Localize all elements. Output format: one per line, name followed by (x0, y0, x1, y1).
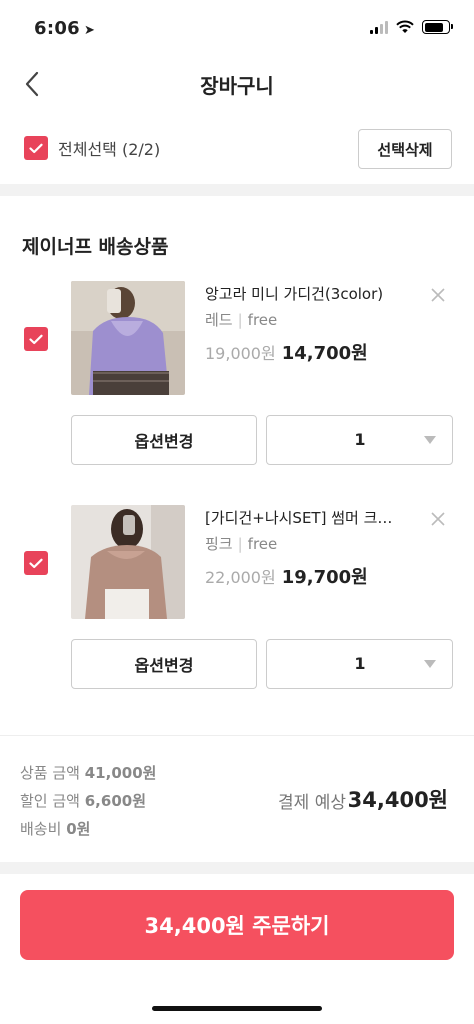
product-option: 레드 | free (205, 311, 278, 329)
discount-amount-line: 할인 금액 6,600원 (20, 792, 146, 810)
location-arrow-icon: ➤ (83, 23, 96, 38)
product-option: 핑크 | free (205, 535, 278, 553)
footer-divider (0, 862, 474, 874)
original-price: 22,000원 (205, 568, 276, 587)
page-title: 장바구니 (200, 74, 274, 98)
wifi-icon (396, 20, 414, 33)
original-price: 19,000원 (205, 344, 276, 363)
status-icons (370, 20, 453, 34)
cellular-signal-icon (370, 20, 388, 34)
cart-item: 앙고라 미니 가디건(3color) 레드 | free 19,000원 14,70… (0, 281, 474, 481)
nav-header: 장바구니 (0, 56, 474, 112)
battery-icon (422, 20, 453, 34)
delete-selected-button[interactable]: 선택삭제 (358, 129, 452, 169)
status-time: 6:06 ➤ (34, 18, 96, 39)
sale-price: 14,700원 (281, 343, 368, 364)
quantity-select[interactable]: 1 (266, 639, 453, 689)
order-summary: 상품 금액 41,000원 할인 금액 6,600원 배송비 0원 결제 예상 … (0, 736, 474, 862)
dropdown-arrow-icon (424, 436, 436, 444)
section-divider (0, 184, 474, 196)
item-checkbox[interactable] (24, 327, 48, 351)
home-indicator (152, 1006, 322, 1011)
cart-item: [가디건+나시SET] 썸머 크… 핑크 | free 22,000원 19,700… (0, 505, 474, 705)
item-checkbox[interactable] (24, 551, 48, 575)
change-option-button[interactable]: 옵션변경 (71, 639, 257, 689)
section-title: 제이너프 배송상품 (22, 236, 169, 258)
checkmark-icon (29, 143, 43, 153)
checkmark-icon (29, 334, 43, 344)
dropdown-arrow-icon (424, 660, 436, 668)
product-image[interactable] (71, 281, 185, 395)
product-image[interactable] (71, 505, 185, 619)
price-row: 19,000원 14,700원 (205, 339, 368, 365)
price-row: 22,000원 19,700원 (205, 563, 368, 589)
product-name[interactable]: 앙고라 미니 가디건(3color) (205, 283, 410, 304)
quantity-select[interactable]: 1 (266, 415, 453, 465)
select-all[interactable]: 전체선택 (2/2) (24, 136, 160, 160)
select-all-checkbox[interactable] (24, 136, 48, 160)
close-icon (431, 288, 445, 302)
product-name[interactable]: [가디건+나시SET] 썸머 크… (205, 507, 410, 528)
sale-price: 19,700원 (281, 567, 368, 588)
status-bar: 6:06 ➤ (0, 0, 474, 56)
close-icon (431, 512, 445, 526)
select-all-row: 전체선택 (2/2) 선택삭제 (0, 112, 474, 184)
change-option-button[interactable]: 옵션변경 (71, 415, 257, 465)
order-button[interactable]: 34,400원 주문하기 (20, 890, 454, 960)
payment-estimate-label: 결제 예상 (278, 793, 346, 813)
shipping-fee-line: 배송비 0원 (20, 820, 91, 838)
remove-item-button[interactable] (430, 511, 448, 529)
checkmark-icon (29, 558, 43, 568)
select-all-label: 전체선택 (2/2) (58, 140, 161, 159)
product-amount-line: 상품 금액 41,000원 (20, 764, 157, 782)
payment-estimate-amount: 34,400원 (347, 788, 448, 812)
remove-item-button[interactable] (430, 287, 448, 305)
